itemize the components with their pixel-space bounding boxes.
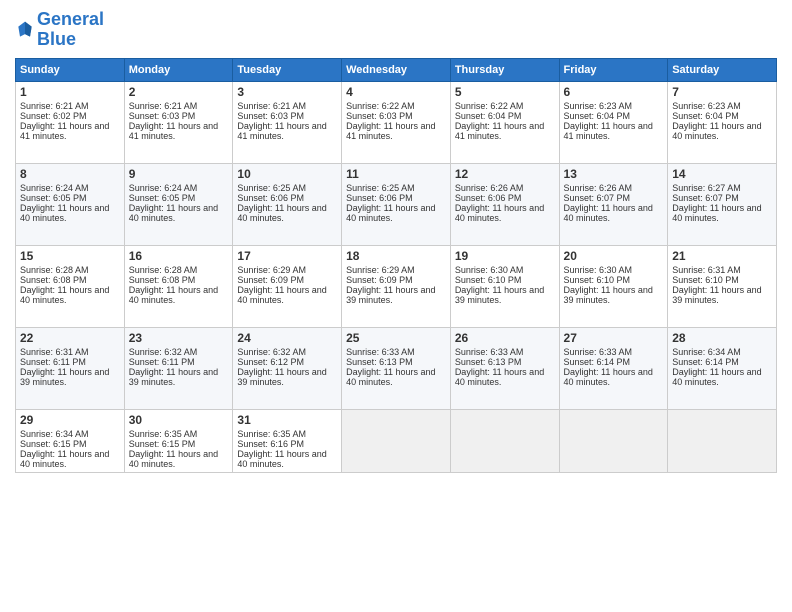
day-number: 10 xyxy=(237,167,337,181)
day-number: 5 xyxy=(455,85,555,99)
day-number: 21 xyxy=(672,249,772,263)
day-number: 29 xyxy=(20,413,120,427)
calendar-cell: 12Sunrise: 6:26 AMSunset: 6:06 PMDayligh… xyxy=(450,163,559,245)
calendar-cell: 25Sunrise: 6:33 AMSunset: 6:13 PMDayligh… xyxy=(342,327,451,409)
calendar-cell: 31Sunrise: 6:35 AMSunset: 6:16 PMDayligh… xyxy=(233,409,342,472)
calendar-cell: 13Sunrise: 6:26 AMSunset: 6:07 PMDayligh… xyxy=(559,163,668,245)
calendar-week-row: 22Sunrise: 6:31 AMSunset: 6:11 PMDayligh… xyxy=(16,327,777,409)
calendar-cell: 5Sunrise: 6:22 AMSunset: 6:04 PMDaylight… xyxy=(450,81,559,163)
weekday-header: Tuesday xyxy=(233,58,342,81)
calendar-cell: 1Sunrise: 6:21 AMSunset: 6:02 PMDaylight… xyxy=(16,81,125,163)
calendar-cell: 24Sunrise: 6:32 AMSunset: 6:12 PMDayligh… xyxy=(233,327,342,409)
calendar-cell: 27Sunrise: 6:33 AMSunset: 6:14 PMDayligh… xyxy=(559,327,668,409)
day-number: 23 xyxy=(129,331,229,345)
calendar-week-row: 29Sunrise: 6:34 AMSunset: 6:15 PMDayligh… xyxy=(16,409,777,472)
day-number: 17 xyxy=(237,249,337,263)
day-number: 19 xyxy=(455,249,555,263)
day-number: 8 xyxy=(20,167,120,181)
day-number: 28 xyxy=(672,331,772,345)
calendar-body: 1Sunrise: 6:21 AMSunset: 6:02 PMDaylight… xyxy=(16,81,777,472)
calendar-cell: 3Sunrise: 6:21 AMSunset: 6:03 PMDaylight… xyxy=(233,81,342,163)
day-number: 27 xyxy=(564,331,664,345)
calendar-cell: 30Sunrise: 6:35 AMSunset: 6:15 PMDayligh… xyxy=(124,409,233,472)
day-number: 6 xyxy=(564,85,664,99)
calendar-cell: 15Sunrise: 6:28 AMSunset: 6:08 PMDayligh… xyxy=(16,245,125,327)
calendar-cell: 10Sunrise: 6:25 AMSunset: 6:06 PMDayligh… xyxy=(233,163,342,245)
day-number: 25 xyxy=(346,331,446,345)
calendar-cell: 2Sunrise: 6:21 AMSunset: 6:03 PMDaylight… xyxy=(124,81,233,163)
calendar-cell xyxy=(450,409,559,472)
day-number: 12 xyxy=(455,167,555,181)
calendar-header-row: SundayMondayTuesdayWednesdayThursdayFrid… xyxy=(16,58,777,81)
day-number: 14 xyxy=(672,167,772,181)
day-number: 7 xyxy=(672,85,772,99)
weekday-header: Wednesday xyxy=(342,58,451,81)
day-number: 24 xyxy=(237,331,337,345)
calendar-cell: 16Sunrise: 6:28 AMSunset: 6:08 PMDayligh… xyxy=(124,245,233,327)
calendar-cell: 7Sunrise: 6:23 AMSunset: 6:04 PMDaylight… xyxy=(668,81,777,163)
calendar-cell: 11Sunrise: 6:25 AMSunset: 6:06 PMDayligh… xyxy=(342,163,451,245)
day-number: 13 xyxy=(564,167,664,181)
calendar-table: SundayMondayTuesdayWednesdayThursdayFrid… xyxy=(15,58,777,473)
calendar-cell: 22Sunrise: 6:31 AMSunset: 6:11 PMDayligh… xyxy=(16,327,125,409)
day-number: 26 xyxy=(455,331,555,345)
day-number: 22 xyxy=(20,331,120,345)
calendar-cell: 17Sunrise: 6:29 AMSunset: 6:09 PMDayligh… xyxy=(233,245,342,327)
calendar-cell: 14Sunrise: 6:27 AMSunset: 6:07 PMDayligh… xyxy=(668,163,777,245)
calendar-cell: 18Sunrise: 6:29 AMSunset: 6:09 PMDayligh… xyxy=(342,245,451,327)
day-number: 4 xyxy=(346,85,446,99)
weekday-header: Sunday xyxy=(16,58,125,81)
calendar-cell: 19Sunrise: 6:30 AMSunset: 6:10 PMDayligh… xyxy=(450,245,559,327)
calendar-cell: 9Sunrise: 6:24 AMSunset: 6:05 PMDaylight… xyxy=(124,163,233,245)
weekday-header: Monday xyxy=(124,58,233,81)
day-number: 20 xyxy=(564,249,664,263)
calendar-cell: 23Sunrise: 6:32 AMSunset: 6:11 PMDayligh… xyxy=(124,327,233,409)
calendar-cell: 4Sunrise: 6:22 AMSunset: 6:03 PMDaylight… xyxy=(342,81,451,163)
weekday-header: Friday xyxy=(559,58,668,81)
day-number: 18 xyxy=(346,249,446,263)
day-number: 3 xyxy=(237,85,337,99)
calendar-cell: 20Sunrise: 6:30 AMSunset: 6:10 PMDayligh… xyxy=(559,245,668,327)
page-header: General Blue xyxy=(15,10,777,50)
day-number: 9 xyxy=(129,167,229,181)
weekday-header: Saturday xyxy=(668,58,777,81)
logo: General Blue xyxy=(15,10,104,50)
calendar-cell xyxy=(559,409,668,472)
weekday-header: Thursday xyxy=(450,58,559,81)
day-number: 1 xyxy=(20,85,120,99)
calendar-week-row: 15Sunrise: 6:28 AMSunset: 6:08 PMDayligh… xyxy=(16,245,777,327)
calendar-cell: 6Sunrise: 6:23 AMSunset: 6:04 PMDaylight… xyxy=(559,81,668,163)
calendar-cell xyxy=(668,409,777,472)
calendar-week-row: 1Sunrise: 6:21 AMSunset: 6:02 PMDaylight… xyxy=(16,81,777,163)
page-container: General Blue SundayMondayTuesdayWednesda… xyxy=(0,0,792,612)
calendar-cell: 29Sunrise: 6:34 AMSunset: 6:15 PMDayligh… xyxy=(16,409,125,472)
logo-icon xyxy=(15,20,35,40)
calendar-cell: 21Sunrise: 6:31 AMSunset: 6:10 PMDayligh… xyxy=(668,245,777,327)
day-number: 15 xyxy=(20,249,120,263)
day-number: 16 xyxy=(129,249,229,263)
calendar-week-row: 8Sunrise: 6:24 AMSunset: 6:05 PMDaylight… xyxy=(16,163,777,245)
calendar-cell: 8Sunrise: 6:24 AMSunset: 6:05 PMDaylight… xyxy=(16,163,125,245)
calendar-cell: 26Sunrise: 6:33 AMSunset: 6:13 PMDayligh… xyxy=(450,327,559,409)
day-number: 30 xyxy=(129,413,229,427)
calendar-cell xyxy=(342,409,451,472)
calendar-cell: 28Sunrise: 6:34 AMSunset: 6:14 PMDayligh… xyxy=(668,327,777,409)
day-number: 2 xyxy=(129,85,229,99)
day-number: 31 xyxy=(237,413,337,427)
day-number: 11 xyxy=(346,167,446,181)
